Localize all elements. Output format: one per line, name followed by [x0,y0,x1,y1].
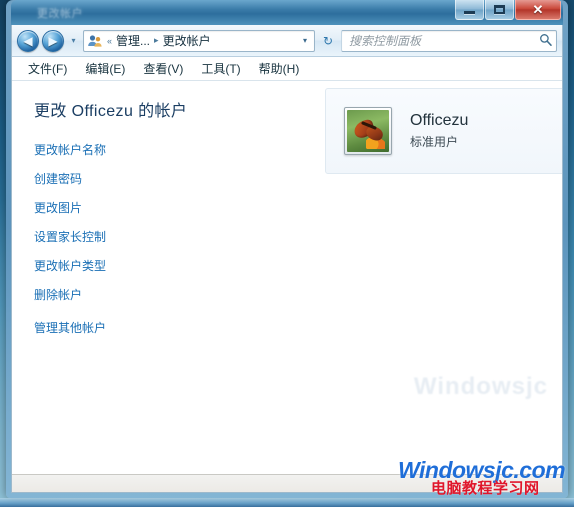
taskbar[interactable] [0,498,574,507]
account-type: 标准用户 [410,135,459,149]
ghost-watermark: Windowsjc [413,373,548,400]
butterfly-avatar-icon [347,110,389,152]
link-change-account-type[interactable]: 更改帐户类型 [34,257,106,274]
menu-item-help[interactable]: 帮助(H) [259,60,300,77]
breadcrumb-overflow[interactable]: « [107,36,112,46]
link-delete-account[interactable]: 删除帐户 [34,286,82,303]
minimize-button[interactable] [455,0,484,20]
window-controls: ✕ [454,0,561,21]
user-accounts-icon [87,33,103,49]
chevron-down-icon: ▾ [71,36,76,45]
menu-item-tools[interactable]: 工具(T) [201,60,240,77]
forward-arrow-icon: ▶ [48,33,58,48]
task-links-list: 更改帐户名称 创建密码 更改图片 设置家长控制 更改帐户类型 删除帐户 管理其他… [34,141,264,336]
link-manage-another-account[interactable]: 管理其他帐户 [34,319,106,336]
window-title: 更改帐户 [37,8,83,20]
watermark-site-name-chinese: 电脑教程学习网 [431,480,540,497]
link-change-account-name[interactable]: 更改帐户名称 [34,141,106,158]
account-summary-card[interactable]: Officezu 标准用户 [325,88,562,174]
menu-item-view[interactable]: 查看(V) [143,60,183,77]
control-panel-window: 更改帐户 ✕ ◀ ▶ ▾ « 管理... ▸ 更改帐户 ▾ ↻ 搜索控制面板 文… [6,0,568,498]
avatar[interactable] [344,107,392,155]
refresh-button[interactable]: ↻ [318,30,338,52]
link-create-password[interactable]: 创建密码 [34,170,82,187]
search-input[interactable]: 搜索控制面板 [349,32,538,49]
account-name: Officezu [410,112,469,129]
breadcrumb-separator[interactable]: ▸ [154,35,159,46]
main-content: 更改 Officezu 的帐户 更改帐户名称 创建密码 更改图片 设置家长控制 … [12,81,562,474]
account-text-block: Officezu 标准用户 [410,112,468,150]
link-change-picture[interactable]: 更改图片 [34,199,82,216]
back-arrow-icon: ◀ [23,33,33,48]
navigation-bar: ◀ ▶ ▾ « 管理... ▸ 更改帐户 ▾ ↻ 搜索控制面板 [12,25,562,57]
address-dropdown-icon[interactable]: ▾ [303,36,311,45]
menu-bar: 文件(F) 编辑(E) 查看(V) 工具(T) 帮助(H) [12,57,562,81]
close-icon: ✕ [532,2,544,17]
window-titlebar[interactable]: 更改帐户 ✕ [11,0,563,25]
close-button[interactable]: ✕ [515,0,561,20]
refresh-icon: ↻ [322,33,334,48]
address-bar[interactable]: « 管理... ▸ 更改帐户 ▾ [83,29,315,52]
breadcrumb-item-manage[interactable]: 管理... [116,32,150,49]
menu-item-file[interactable]: 文件(F) [28,60,67,77]
forward-button[interactable]: ▶ [42,29,64,52]
maximize-icon [494,5,505,14]
search-icon [538,33,552,49]
link-set-up-parental-controls[interactable]: 设置家长控制 [34,228,106,245]
window-client-area: ◀ ▶ ▾ « 管理... ▸ 更改帐户 ▾ ↻ 搜索控制面板 文件(F) 编辑… [11,25,563,493]
breadcrumb-item-change-account[interactable]: 更改帐户 [163,32,211,49]
menu-item-edit[interactable]: 编辑(E) [85,60,125,77]
search-box[interactable]: 搜索控制面板 [341,29,557,52]
recent-pages-button[interactable]: ▾ [67,30,80,52]
back-button[interactable]: ◀ [17,29,39,52]
minimize-icon [464,11,475,14]
maximize-button[interactable] [485,0,514,20]
